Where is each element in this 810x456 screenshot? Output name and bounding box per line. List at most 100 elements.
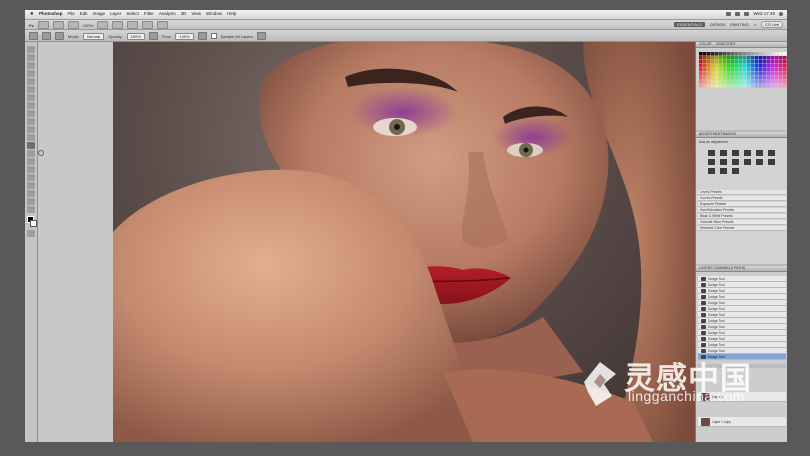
swatch[interactable] [707,72,711,76]
swatch[interactable] [711,84,715,88]
launch-minibridge-button[interactable] [52,21,64,29]
swatch[interactable] [751,76,755,80]
swatch[interactable] [735,84,739,88]
swatch[interactable] [743,52,747,56]
swatch[interactable] [743,76,747,80]
swatch[interactable] [751,60,755,64]
swatch[interactable] [763,60,767,64]
swatch[interactable] [711,68,715,72]
swatch[interactable] [739,80,743,84]
zoom-level[interactable]: 100% [83,23,93,28]
tab-adjustments[interactable]: ADJUSTMENTS [699,132,725,136]
swatch[interactable] [707,56,711,60]
swatch[interactable] [735,60,739,64]
tab-layers[interactable]: LAYERS [699,266,713,270]
swatch[interactable] [703,56,707,60]
swatch[interactable] [735,68,739,72]
swatch[interactable] [751,80,755,84]
swatch[interactable] [707,68,711,72]
swatch[interactable] [723,80,727,84]
channel-mixer-icon[interactable] [744,159,751,165]
swatch[interactable] [727,56,731,60]
move-tool-icon[interactable] [27,46,35,53]
swatch[interactable] [731,72,735,76]
swatch[interactable] [715,76,719,80]
swatch[interactable] [699,68,703,72]
swatch[interactable] [775,60,779,64]
swatch[interactable] [783,56,787,60]
screen-mode-button[interactable] [157,21,169,29]
swatch[interactable] [727,64,731,68]
pressure-opacity-icon[interactable] [148,32,158,40]
swatch[interactable] [755,60,759,64]
swatch[interactable] [703,76,707,80]
swatch[interactable] [727,60,731,64]
menubar-clock[interactable]: Wed 17:49 [753,11,775,16]
swatch[interactable] [755,72,759,76]
swatch[interactable] [755,64,759,68]
swatch[interactable] [759,80,763,84]
shape-tool-icon[interactable] [27,174,35,181]
menu-window[interactable]: Window [206,11,222,16]
swatch[interactable] [699,72,703,76]
pen-tool-icon[interactable] [27,150,35,157]
vibrance-icon[interactable] [756,150,763,156]
color-balance-icon[interactable] [708,159,715,165]
apple-icon[interactable]: ● [30,11,34,17]
swatch[interactable] [743,80,747,84]
workspace-painting[interactable]: PAINTING [730,22,749,27]
swatch[interactable] [771,84,775,88]
marquee-tool-icon[interactable] [27,54,35,61]
menu-3d[interactable]: 3D [181,11,187,16]
eraser-tool-icon[interactable] [27,126,35,133]
swatch[interactable] [739,68,743,72]
swatch[interactable] [771,64,775,68]
menu-filter[interactable]: Filter [144,11,154,16]
swatch[interactable] [779,64,783,68]
quick-selection-tool-icon[interactable] [27,70,35,77]
swatch[interactable] [727,68,731,72]
workspace-more-icon[interactable]: » [754,22,756,27]
swatch[interactable] [767,64,771,68]
swatch[interactable] [735,76,739,80]
swatch[interactable] [759,84,763,88]
swatch[interactable] [715,80,719,84]
swatch[interactable] [743,56,747,60]
swatch[interactable] [731,64,735,68]
spotlight-search-icon[interactable] [779,11,783,16]
posterize-icon[interactable] [768,159,775,165]
swatch[interactable] [783,60,787,64]
cs-live-button[interactable]: CS Live [760,21,783,28]
tool-preset-picker-icon[interactable] [29,32,38,40]
swatch[interactable] [703,84,707,88]
swatch[interactable] [775,80,779,84]
swatch[interactable] [747,60,751,64]
swatch[interactable] [779,52,783,56]
swatch[interactable] [715,84,719,88]
tab-swatches[interactable]: SWATCHES [716,42,735,46]
swatch[interactable] [711,64,715,68]
swatch[interactable] [771,76,775,80]
swatch[interactable] [775,52,779,56]
swatch[interactable] [783,76,787,80]
swatch[interactable] [731,84,735,88]
swatch[interactable] [763,64,767,68]
airbrush-icon[interactable] [197,32,207,40]
eyedropper-tool-icon[interactable] [27,86,35,93]
swatch[interactable] [747,80,751,84]
3d-orbit-tool-icon[interactable] [27,190,35,197]
tab-masks[interactable]: MASKS [724,132,736,136]
swatch[interactable] [711,56,715,60]
swatch[interactable] [719,72,723,76]
swatch[interactable] [723,76,727,80]
preset-hue-saturation[interactable]: Hue/Saturation Presets [698,208,786,213]
swatch[interactable] [699,64,703,68]
swatch[interactable] [739,56,743,60]
menu-file[interactable]: File [68,11,75,16]
swatch[interactable] [723,72,727,76]
swatch[interactable] [699,80,703,84]
swatch[interactable] [779,68,783,72]
swatch[interactable] [759,64,763,68]
mode-select[interactable]: Normal [83,32,105,40]
sample-all-layers-checkbox[interactable] [210,33,217,39]
